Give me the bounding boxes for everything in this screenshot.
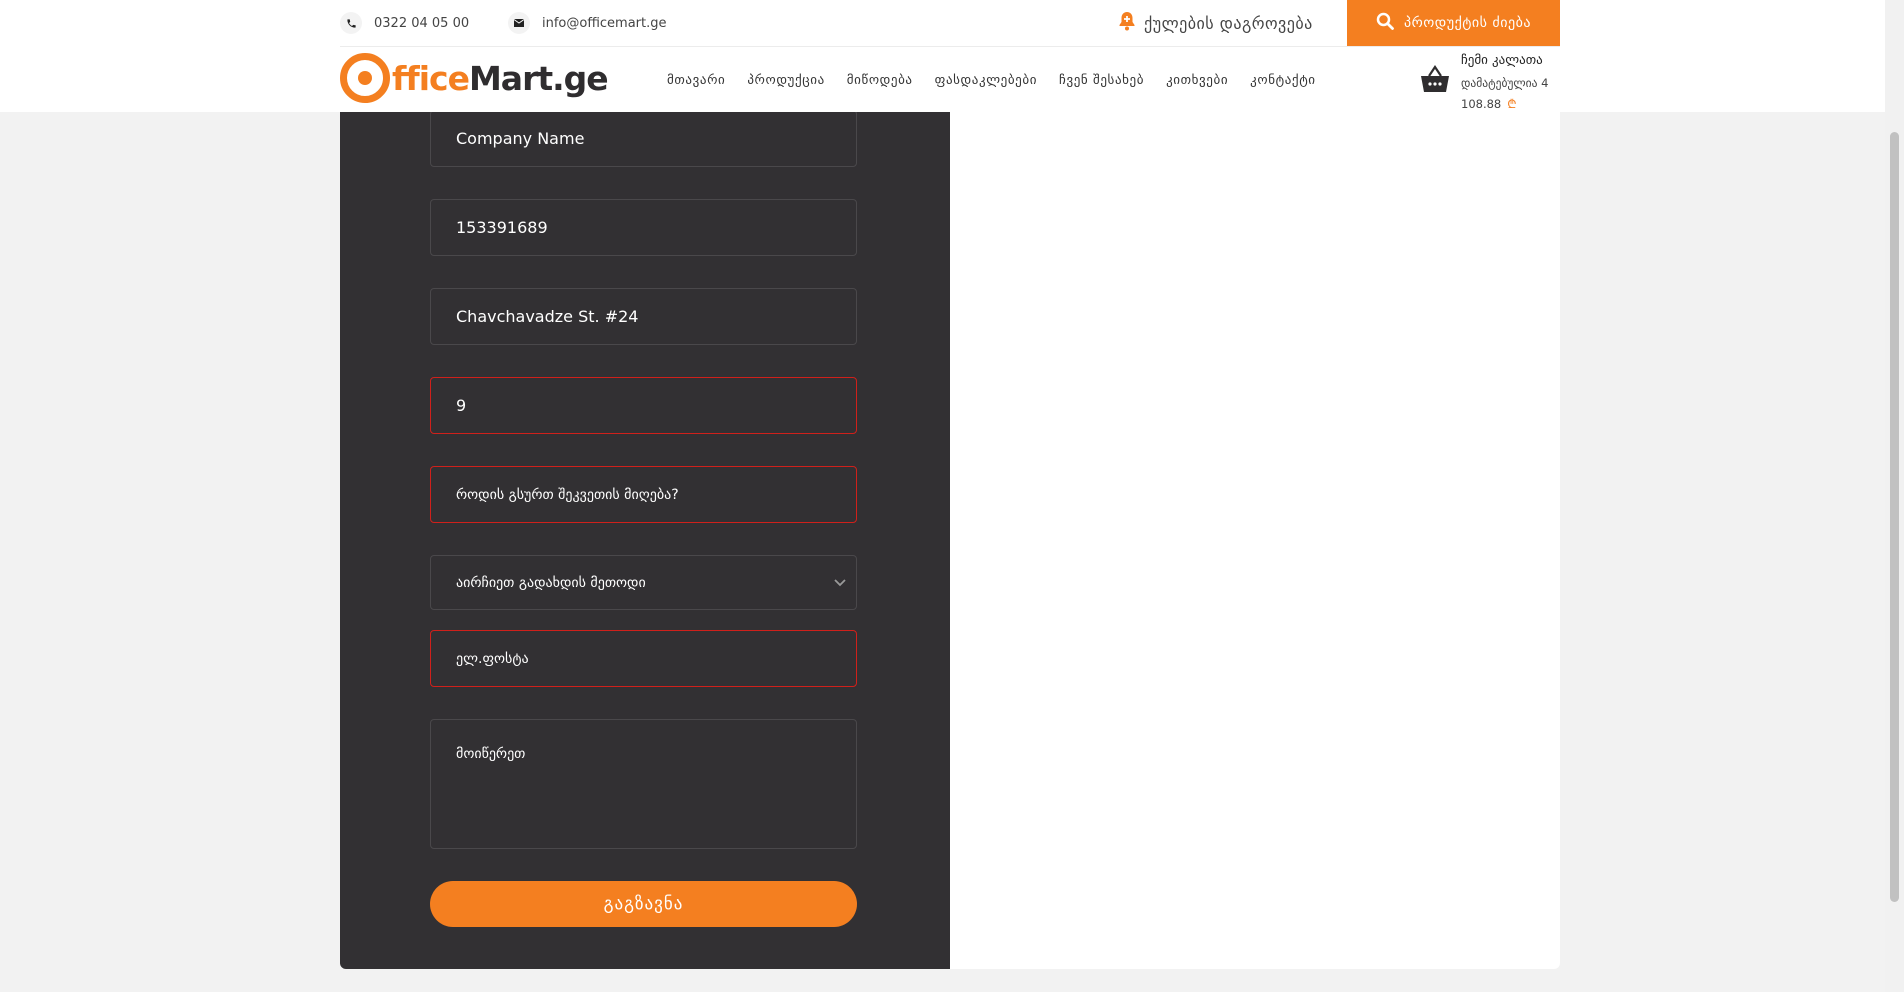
comment-textarea[interactable]: მოიწერეთ: [430, 719, 857, 849]
email-placeholder: ელ.ფოსტა: [456, 650, 529, 667]
delivery-time-placeholder: როდის გსურთ შეკვეთის მიღება?: [456, 486, 679, 503]
payment-method-label: აირჩიეთ გადახდის მეთოდი: [456, 574, 646, 591]
company-name-value: Company Name: [456, 129, 585, 148]
delivery-time-field[interactable]: როდის გსურთ შეკვეთის მიღება?: [430, 466, 857, 523]
address-value: Chavchavadze St. #24: [456, 307, 639, 326]
phone-icon: [340, 12, 362, 34]
phone-number: 0322 04 05 00: [374, 15, 470, 31]
lari-icon: ₾: [1507, 97, 1517, 111]
product-search-button[interactable]: პროდუქტის ძიება: [1347, 0, 1560, 46]
comment-placeholder: მოიწერეთ: [456, 746, 526, 762]
id-number-field[interactable]: 153391689: [430, 199, 857, 256]
payment-method-select[interactable]: აირჩიეთ გადახდის მეთოდი: [430, 555, 857, 610]
nav-item-faq[interactable]: კითხვები: [1166, 73, 1228, 88]
points-link[interactable]: ქულების დაგროვება: [1118, 11, 1313, 35]
nav-item-contact[interactable]: კონტაქტი: [1250, 73, 1315, 88]
email-contact[interactable]: info@officemart.ge: [508, 12, 667, 34]
page-scrollbar[interactable]: [1885, 0, 1904, 992]
address-field[interactable]: Chavchavadze St. #24: [430, 288, 857, 345]
cart-count: დამატებულია 4: [1461, 76, 1549, 90]
email-address: info@officemart.ge: [542, 15, 667, 31]
bell-icon: [1118, 11, 1144, 35]
nav-item-home[interactable]: მთავარი: [667, 73, 725, 88]
phone-field[interactable]: 9: [430, 377, 857, 434]
scrollbar-thumb[interactable]: [1890, 132, 1899, 902]
main-nav: მთავარი პროდუქცია მიწოდება ფასდაკლებები …: [667, 73, 1338, 88]
points-label: ქულების დაგროვება: [1144, 13, 1313, 33]
nav-item-about[interactable]: ჩვენ შესახებ: [1059, 73, 1144, 88]
basket-icon: [1420, 65, 1450, 97]
submit-label: გაგზავნა: [603, 894, 684, 914]
cart-widget[interactable]: ჩემი კალათა დამატებულია 4 108.88 ₾: [1420, 51, 1565, 111]
top-bar: 0322 04 05 00 info@officemart.ge ქულების…: [340, 0, 1560, 47]
email-field[interactable]: ელ.ფოსტა: [430, 630, 857, 687]
mail-icon: [508, 12, 530, 34]
nav-item-products[interactable]: პროდუქცია: [747, 73, 824, 88]
right-content-panel: [950, 0, 1560, 969]
phone-value: 9: [456, 396, 467, 415]
id-number-value: 153391689: [456, 218, 548, 237]
cart-total: 108.88 ₾: [1461, 95, 1517, 112]
submit-button[interactable]: გაგზავნა: [430, 881, 857, 927]
company-name-field[interactable]: Company Name: [430, 110, 857, 167]
search-label: პროდუქტის ძიება: [1404, 15, 1531, 31]
cart-total-value: 108.88: [1461, 96, 1502, 111]
search-icon: [1376, 12, 1404, 34]
logo-mark: [340, 53, 390, 103]
phone-contact[interactable]: 0322 04 05 00: [340, 12, 469, 34]
cart-title: ჩემი კალათა: [1461, 53, 1543, 68]
chevron-down-icon: [834, 575, 846, 591]
site-logo[interactable]: fficeMart.ge: [340, 52, 609, 104]
site-header: 0322 04 05 00 info@officemart.ge ქულების…: [0, 0, 1885, 112]
nav-item-delivery[interactable]: მიწოდება: [847, 73, 913, 88]
logo-text: fficeMart.ge: [392, 58, 609, 98]
nav-item-discounts[interactable]: ფასდაკლებები: [935, 73, 1037, 88]
